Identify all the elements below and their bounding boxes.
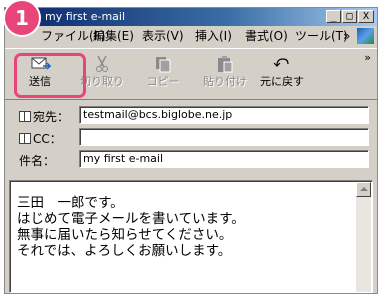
to-row: 宛先： testmail@bcs.biglobe.ne.jp xyxy=(5,105,377,127)
undo-icon xyxy=(273,58,289,67)
to-label[interactable]: 宛先： xyxy=(19,108,69,125)
vertical-scrollbar[interactable] xyxy=(356,182,371,292)
menu-insert[interactable]: 挿入(I) xyxy=(195,26,232,46)
send-highlight-frame xyxy=(14,53,86,98)
address-book-icon xyxy=(19,133,31,144)
paste-label: 貼り付け xyxy=(203,75,247,88)
scroll-up-button[interactable] xyxy=(356,182,371,197)
title-bar[interactable]: my first e-mail _ □ X xyxy=(5,8,377,26)
window-title: my first e-mail xyxy=(45,10,126,23)
menu-view[interactable]: 表示(V) xyxy=(142,26,184,46)
message-line: 三田 一郎です。 xyxy=(17,195,124,211)
message-line: はじめて電子メールを書いています。 xyxy=(17,211,245,227)
minimize-button[interactable]: _ xyxy=(326,10,341,23)
subject-row: 件名： my first e-mail xyxy=(5,149,377,171)
message-text: 三田 一郎です。 はじめて電子メールを書いています。 無事に届いたら知らせてくだ… xyxy=(17,195,245,259)
cc-field[interactable] xyxy=(79,128,369,146)
close-button[interactable]: X xyxy=(358,10,374,23)
toolbar-overflow[interactable]: » xyxy=(364,51,371,64)
undo-button[interactable]: 元に戻す xyxy=(257,49,307,97)
paste-button[interactable]: 貼り付け xyxy=(200,49,250,97)
subject-label: 件名： xyxy=(19,154,56,168)
message-line: それでは、よろしくお願いします。 xyxy=(17,243,232,259)
undo-label: 元に戻す xyxy=(260,75,304,88)
address-book-icon xyxy=(19,111,31,122)
cc-label[interactable]: CC： xyxy=(19,130,62,147)
subject-field[interactable]: my first e-mail xyxy=(79,150,369,168)
to-field[interactable]: testmail@bcs.biglobe.ne.jp xyxy=(79,106,369,124)
copy-label: コピー xyxy=(146,75,180,88)
message-body[interactable]: 三田 一郎です。 はじめて電子メールを書いています。 無事に届いたら知らせてくだ… xyxy=(9,180,373,293)
menu-format[interactable]: 書式(O) xyxy=(245,26,288,46)
copy-button[interactable]: コピー xyxy=(138,49,188,97)
step-badge: 1 xyxy=(5,1,39,35)
cut-icon xyxy=(96,55,108,72)
menu-tools[interactable]: ツール(T) xyxy=(295,26,348,46)
menu-bar: ファイル(F) 編集(E) 表示(V) 挿入(I) 書式(O) ツール(T) » xyxy=(5,26,377,46)
compose-window: my first e-mail _ □ X ファイル(F) 編集(E) 表示(V… xyxy=(4,7,378,294)
menu-edit[interactable]: 編集(E) xyxy=(93,26,134,46)
windows-logo-icon xyxy=(357,28,374,44)
cc-row: CC： xyxy=(5,127,377,149)
menu-overflow[interactable]: » xyxy=(343,26,350,46)
paste-icon xyxy=(218,56,233,73)
maximize-button[interactable]: □ xyxy=(342,10,357,23)
message-line: 無事に届いたら知らせてください。 xyxy=(17,227,233,243)
copy-icon xyxy=(156,57,171,73)
